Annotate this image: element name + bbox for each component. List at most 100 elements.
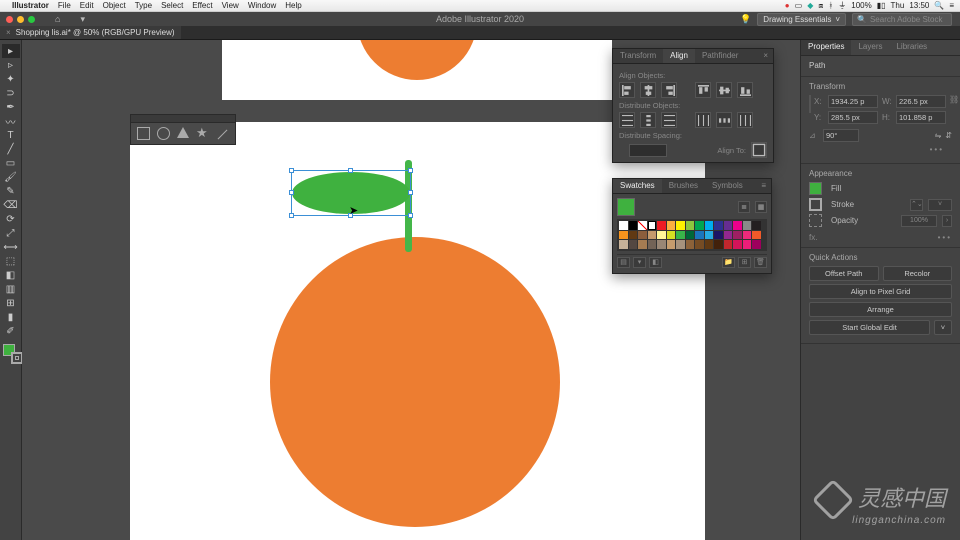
selection-tool[interactable]: ▸ — [2, 44, 20, 58]
pen-tool[interactable]: ✒ — [2, 100, 20, 114]
fx-label[interactable]: fx. — [809, 233, 817, 242]
swatch-color[interactable] — [705, 240, 714, 249]
tab-brushes[interactable]: Brushes — [662, 179, 705, 193]
swatch-color[interactable] — [638, 240, 647, 249]
align-hcenter-icon[interactable] — [640, 82, 656, 98]
swatch-color[interactable] — [619, 240, 628, 249]
align-panel[interactable]: Transform Align Pathfinder × Align Objec… — [612, 48, 774, 163]
home-icon[interactable]: ⌂ — [55, 14, 60, 24]
transform-more-options[interactable]: ••• — [809, 145, 952, 158]
arrange-documents-icon[interactable]: ▾ — [80, 14, 85, 25]
resize-handle-br[interactable] — [408, 213, 413, 218]
width-tool[interactable]: ⟷ — [2, 240, 20, 254]
reference-point-widget[interactable] — [809, 95, 811, 113]
resize-handle-ml[interactable] — [289, 190, 294, 195]
shaper-tool[interactable]: ✎ — [2, 184, 20, 198]
opacity-value[interactable]: 100% — [901, 215, 937, 227]
tab-swatches[interactable]: Swatches — [613, 179, 662, 193]
align-pixel-grid-button[interactable]: Align to Pixel Grid — [809, 284, 952, 299]
align-to-dropdown[interactable] — [751, 142, 767, 158]
menu-effect[interactable]: Effect — [192, 1, 212, 10]
swatch-color[interactable] — [695, 221, 704, 230]
swatch-color[interactable] — [724, 240, 733, 249]
stroke-weight-dropdown[interactable]: ˅ — [928, 199, 952, 211]
menu-help[interactable]: Help — [285, 1, 301, 10]
link-wh-icon[interactable]: ⛓ — [949, 95, 959, 104]
tab-transform[interactable]: Transform — [613, 49, 663, 63]
line-segment-icon[interactable] — [216, 127, 229, 140]
opacity-swatch[interactable] — [809, 214, 822, 227]
global-edit-button[interactable]: Start Global Edit — [809, 320, 930, 335]
distribute-bottom-icon[interactable] — [661, 112, 677, 128]
appearance-more-options[interactable]: ••• — [938, 233, 952, 242]
polygon-icon[interactable] — [177, 127, 189, 138]
swatch-color[interactable] — [733, 240, 742, 249]
swatch-color[interactable] — [752, 221, 761, 230]
swatch-kind-icon[interactable]: ▾ — [633, 257, 646, 268]
swatch-color[interactable] — [714, 221, 723, 230]
swatch-color[interactable] — [629, 221, 638, 230]
swatch-color[interactable] — [714, 231, 723, 240]
swatch-color[interactable] — [724, 231, 733, 240]
distribute-hcenter-icon[interactable] — [716, 112, 732, 128]
swatch-color[interactable] — [743, 221, 752, 230]
swatches-panel[interactable]: Swatches Brushes Symbols ≡ ≣ ▦ ▤ ▾ ◧ — [612, 178, 772, 274]
free-transform-tool[interactable]: ⬚ — [2, 254, 20, 268]
eraser-tool[interactable]: ⌫ — [2, 198, 20, 212]
swatch-libraries-icon[interactable]: ▤ — [617, 257, 630, 268]
canvas[interactable]: ➤ ★ Transform Align Pathfinder × Align O… — [22, 40, 800, 540]
transform-h-input[interactable] — [896, 111, 946, 124]
opacity-chevron-icon[interactable]: › — [942, 215, 952, 227]
fill-swatch[interactable] — [809, 182, 822, 195]
discover-icon[interactable]: 💡 — [740, 14, 751, 25]
align-vcenter-icon[interactable] — [716, 82, 732, 98]
resize-handle-tr[interactable] — [408, 168, 413, 173]
global-edit-options-icon[interactable]: ˅ — [934, 320, 952, 335]
shape-builder-tool[interactable]: ◧ — [2, 268, 20, 282]
resize-handle-mr[interactable] — [408, 190, 413, 195]
transform-w-input[interactable] — [896, 95, 946, 108]
swatch-color[interactable] — [733, 221, 742, 230]
delete-swatch-icon[interactable]: 🗑 — [754, 257, 767, 268]
gradient-tool[interactable]: ▮ — [2, 310, 20, 324]
tab-layers[interactable]: Layers — [851, 40, 889, 55]
swatch-color[interactable] — [667, 221, 676, 230]
perspective-tool[interactable]: ▥ — [2, 282, 20, 296]
menu-file[interactable]: File — [58, 1, 71, 10]
swatch-color[interactable] — [667, 231, 676, 240]
tab-pathfinder[interactable]: Pathfinder — [695, 49, 745, 63]
distribute-right-icon[interactable] — [737, 112, 753, 128]
type-tool[interactable]: T — [2, 128, 20, 142]
scale-tool[interactable]: ⤢ — [2, 226, 20, 240]
resize-handle-bl[interactable] — [289, 213, 294, 218]
swatch-color[interactable] — [695, 231, 704, 240]
eyedropper-tool[interactable]: ✐ — [2, 324, 20, 338]
fill-stroke-swatch[interactable] — [3, 344, 19, 360]
panel-close-icon[interactable]: × — [758, 49, 773, 63]
active-swatch[interactable] — [617, 198, 635, 216]
swatch-color[interactable] — [686, 221, 695, 230]
rectangle-icon[interactable] — [137, 127, 150, 140]
offset-path-button[interactable]: Offset Path — [809, 266, 879, 281]
swatch-color[interactable] — [648, 221, 657, 230]
new-color-group-icon[interactable]: 📁 — [722, 257, 735, 268]
spotlight-icon[interactable]: 🔍 — [934, 1, 944, 10]
swatch-color[interactable] — [667, 240, 676, 249]
transform-x-input[interactable] — [828, 95, 878, 108]
star-icon[interactable]: ★ — [196, 127, 209, 140]
document-tab[interactable]: × Shopping lis.ai* @ 50% (RGB/GPU Previe… — [0, 26, 181, 39]
align-right-icon[interactable] — [661, 82, 677, 98]
popup-grip[interactable] — [131, 115, 235, 123]
align-left-icon[interactable] — [619, 82, 635, 98]
panel-menu-icon[interactable]: ≡ — [756, 179, 771, 193]
workspace-switcher[interactable]: Drawing Essentials ˅ — [757, 13, 846, 26]
line-tool[interactable]: ╱ — [2, 142, 20, 156]
tab-align[interactable]: Align — [663, 49, 695, 63]
swatch-color[interactable] — [657, 231, 666, 240]
tab-symbols[interactable]: Symbols — [705, 179, 750, 193]
swatch-color[interactable] — [714, 240, 723, 249]
menu-window[interactable]: Window — [248, 1, 276, 10]
swatch-color[interactable] — [619, 231, 628, 240]
minimize-window-button[interactable] — [17, 16, 24, 23]
align-top-icon[interactable] — [695, 82, 711, 98]
